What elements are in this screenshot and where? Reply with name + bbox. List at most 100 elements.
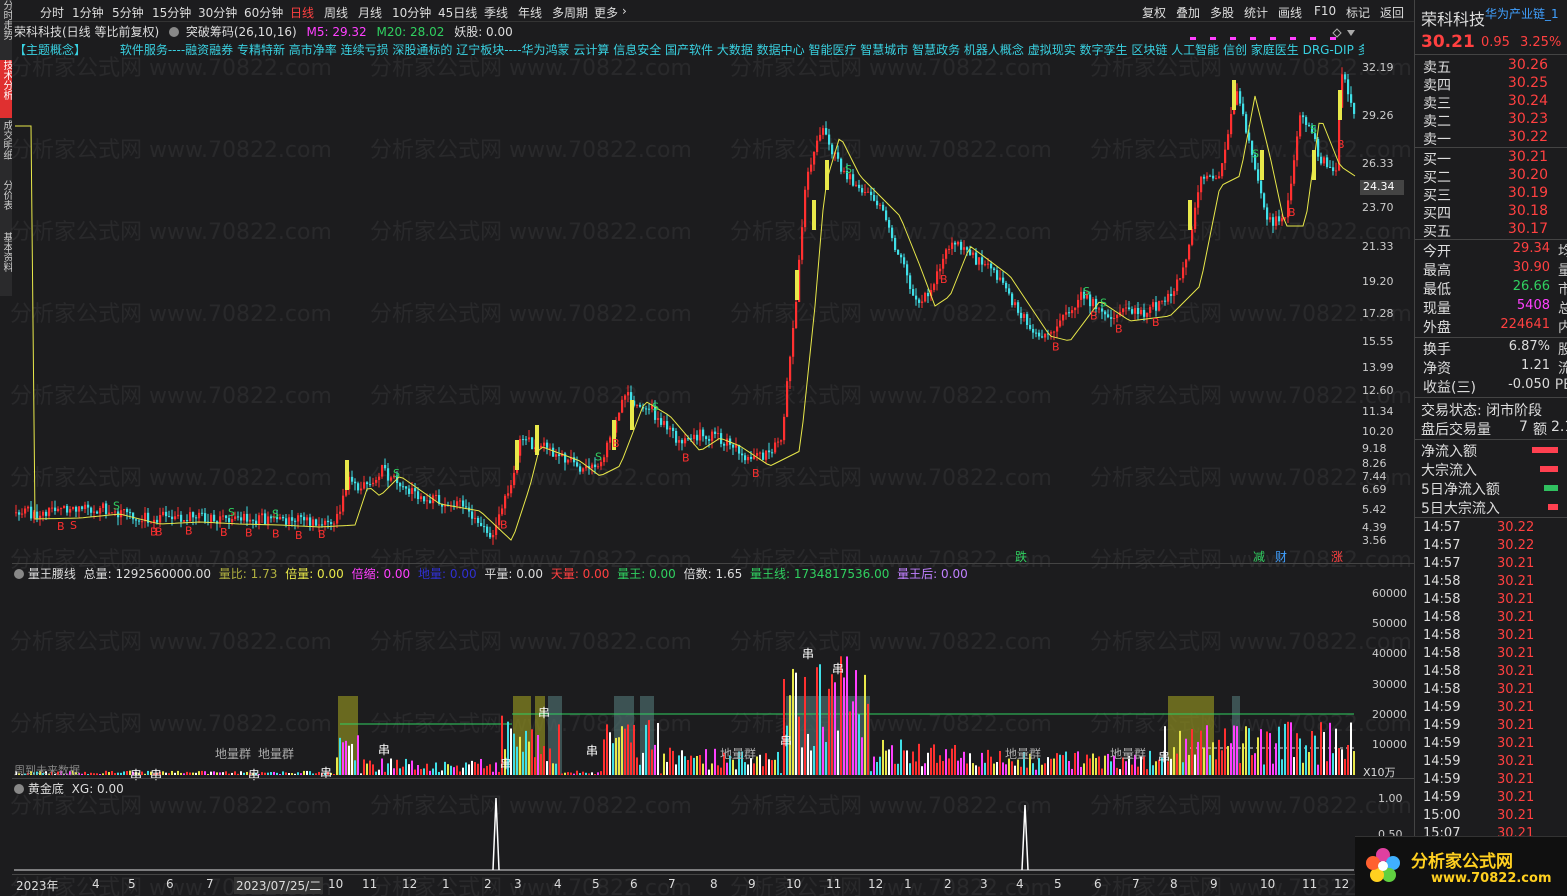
candle-body (1284, 217, 1287, 219)
volume-bar (702, 763, 704, 775)
volume-bar (645, 724, 647, 775)
tick-row: 14:58 30.21 (1421, 682, 1566, 700)
volume-bar (747, 764, 749, 775)
candle-body (1242, 103, 1245, 115)
candle-body (1071, 310, 1074, 314)
volume-bar (1185, 738, 1187, 775)
volume-bar (279, 773, 281, 775)
volume-bar (828, 688, 830, 775)
tick-row: 14:58 30.21 (1421, 574, 1566, 592)
volume-bar (1251, 755, 1253, 775)
candle-body (474, 517, 477, 519)
buy-marker: B (1052, 340, 1060, 353)
sector-tag[interactable]: 华为产业链_1 (1485, 5, 1565, 22)
volume-bar (879, 756, 881, 775)
stat-label: 最高 (1423, 263, 1451, 279)
volume-bar (147, 770, 149, 775)
volume-bar (1284, 723, 1286, 775)
stat-row: 现量 5408 总 (1421, 298, 1567, 317)
ask-row: 卖五 30.26 (1421, 57, 1566, 76)
volume-bar (1002, 762, 1004, 775)
ask-row: 卖四 30.25 (1421, 75, 1566, 94)
volume-bar (633, 724, 635, 775)
candle-body (1194, 207, 1197, 230)
volume-bar (282, 771, 284, 775)
volume-bar (666, 761, 668, 775)
candle-body (1074, 307, 1077, 311)
volume-bar (1173, 747, 1175, 775)
candle-body (1257, 169, 1260, 181)
volume-bar (1206, 725, 1208, 775)
tick-price: 30.21 (1497, 754, 1535, 769)
indicator-toggle-icon[interactable] (14, 784, 24, 794)
volume-bar (399, 768, 401, 775)
candle-body (1218, 176, 1221, 179)
volume-bar (891, 745, 893, 775)
stat-value: 6.87% (1508, 339, 1550, 354)
volume-bar (1092, 753, 1094, 775)
ask-price: 30.25 (1507, 75, 1548, 91)
candle-body (726, 438, 729, 446)
candle-body (1158, 300, 1161, 311)
ind2-name[interactable]: 黄金底 (28, 782, 64, 796)
candle-body (966, 247, 969, 250)
volume-bar (345, 740, 347, 775)
candle-body (324, 520, 327, 525)
volume-bar (420, 769, 422, 775)
candle-body (618, 412, 621, 421)
volume-bar (1323, 731, 1325, 775)
sell-marker: S (652, 400, 659, 413)
volume-bar (588, 773, 590, 775)
volume-bar (1071, 768, 1073, 775)
buy-marker: B (295, 529, 303, 542)
stat-label: 换手 (1423, 342, 1451, 358)
candle-body (90, 507, 93, 513)
triangle-down-icon[interactable] (1347, 30, 1355, 36)
volume-bar (567, 772, 569, 775)
candle-body (297, 515, 300, 522)
volume-bar (1317, 764, 1319, 775)
candle-body (111, 512, 114, 514)
flower-logo-icon (1363, 845, 1403, 885)
candle-body (1005, 282, 1008, 289)
volume-bar (471, 760, 473, 775)
candle-body (1080, 291, 1083, 300)
signal-dash (1270, 37, 1276, 40)
candle-body (825, 128, 828, 135)
candle-body (201, 512, 204, 514)
candle-body (582, 468, 585, 472)
diamond-icon[interactable] (1332, 28, 1342, 38)
candle-body (681, 440, 684, 444)
price-chart[interactable]: B S BB B B B B B BBBBBBBBB BBBSS SSSSSSSSS (0, 0, 1414, 896)
candle-body (45, 511, 48, 516)
divider (1415, 54, 1567, 55)
candle-body (1104, 311, 1107, 315)
ind1-pingliang: 平量: 0.00 (484, 567, 543, 581)
tick-row: 14:59 30.21 (1421, 700, 1566, 718)
indicator-toggle-icon[interactable] (14, 569, 24, 579)
ind1-name[interactable]: 量王腰线 (28, 567, 76, 581)
candle-body (390, 477, 393, 481)
volume-bar (594, 774, 596, 775)
stat-row: 收益(三) -0.050 PE (1421, 377, 1567, 396)
volume-bar (705, 749, 707, 775)
candle-body (1206, 175, 1209, 179)
volume-bar (843, 677, 845, 775)
candle-body (327, 520, 330, 523)
volume-bar (1005, 764, 1007, 775)
candle-body (807, 171, 810, 190)
candle-body (789, 356, 792, 382)
buy-marker: B (1115, 322, 1123, 335)
stat-row: 最高 30.90 量 (1421, 260, 1567, 279)
candle-body (1170, 293, 1173, 296)
candle-body (129, 512, 132, 514)
candle-body (1326, 157, 1329, 167)
volume-bar (1275, 743, 1277, 775)
tick-time: 14:58 (1423, 610, 1461, 625)
volume-bar (222, 772, 224, 775)
candle-body (1116, 315, 1119, 319)
volume-bar (981, 752, 983, 775)
candle-body (1239, 91, 1242, 104)
candle-body (558, 454, 561, 457)
ind1-liangwangxian: 量王线: 1734817536.00 (750, 567, 890, 581)
